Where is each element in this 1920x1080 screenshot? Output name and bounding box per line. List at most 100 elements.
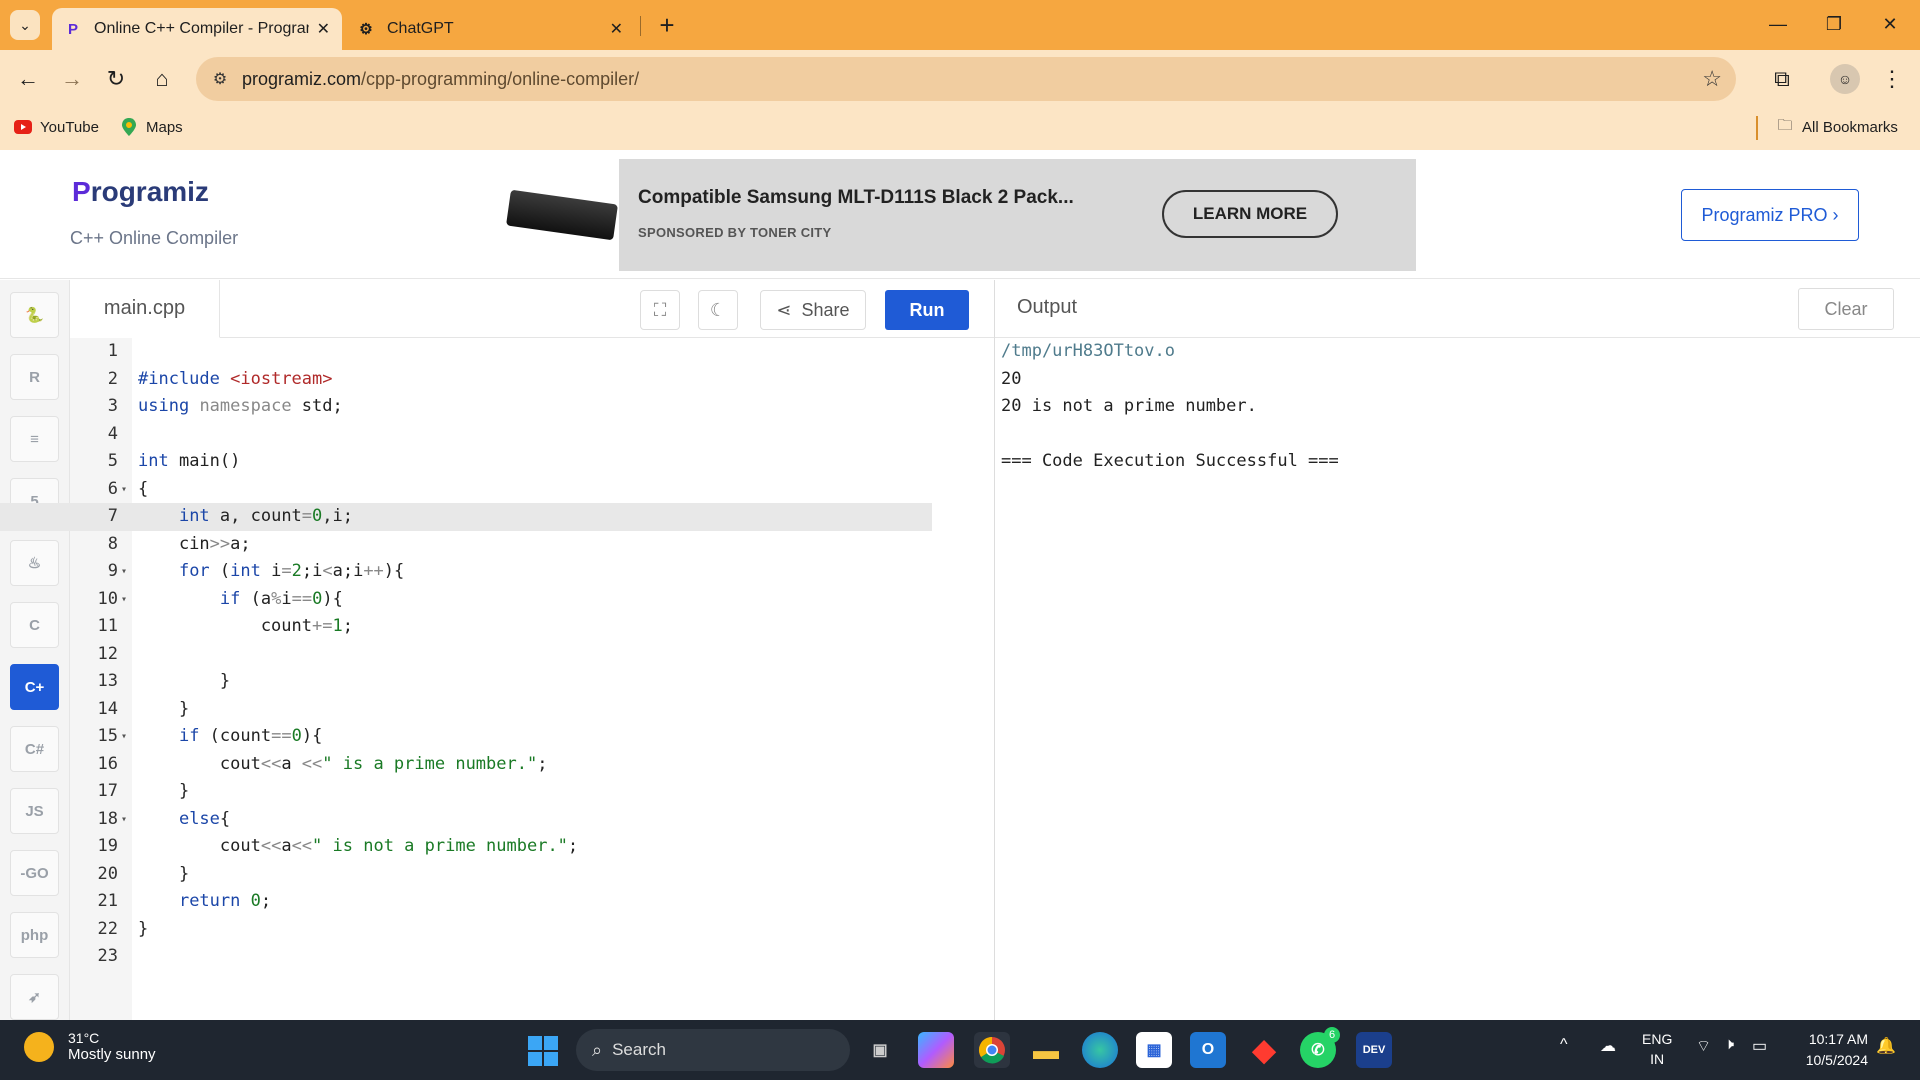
code-line[interactable]: 17 }: [0, 778, 932, 806]
fold-toggle-icon[interactable]: ▾: [118, 806, 130, 834]
code-text[interactable]: if (a%i==0){: [138, 586, 343, 614]
programiz-logo[interactable]: Programiz: [72, 176, 209, 208]
onedrive-icon[interactable]: ☁: [1600, 1036, 1616, 1056]
ad-learn-more-button[interactable]: LEARN MORE: [1162, 190, 1338, 238]
code-text[interactable]: }: [138, 696, 189, 724]
taskbar-search[interactable]: ⌕ Search: [576, 1029, 850, 1071]
outlook-icon[interactable]: O: [1190, 1032, 1226, 1068]
forward-icon[interactable]: →: [56, 63, 88, 95]
code-text[interactable]: }: [138, 916, 148, 944]
notification-bell-icon[interactable]: 🔔: [1876, 1036, 1896, 1056]
file-explorer-icon[interactable]: ▬: [1028, 1032, 1064, 1068]
menu-kebab-icon[interactable]: ⋮: [1876, 63, 1908, 95]
code-text[interactable]: }: [138, 668, 230, 696]
windows-start-icon[interactable]: [528, 1036, 558, 1066]
devcpp-icon[interactable]: DEV: [1356, 1032, 1392, 1068]
close-tab-icon[interactable]: ✕: [610, 19, 623, 39]
code-line[interactable]: 2 #include <iostream>: [0, 366, 932, 394]
code-line[interactable]: 21 return 0;: [0, 888, 932, 916]
code-text[interactable]: count+=1;: [138, 613, 353, 641]
code-line[interactable]: 4: [0, 421, 932, 449]
dark-mode-icon[interactable]: ☾: [698, 290, 738, 330]
task-view-icon[interactable]: ▣: [862, 1032, 898, 1068]
fold-toggle-icon[interactable]: ▾: [118, 586, 130, 614]
code-line[interactable]: 20 }: [0, 861, 932, 889]
language-indicator[interactable]: ENG IN: [1642, 1029, 1672, 1069]
run-button[interactable]: Run: [885, 290, 969, 330]
url-text[interactable]: programiz.com/cpp-programming/online-com…: [242, 69, 639, 90]
tab-chatgpt[interactable]: ⚙ ChatGPT ✕: [345, 8, 635, 50]
ad-banner[interactable]: Compatible Samsung MLT-D111S Black 2 Pac…: [504, 159, 1416, 271]
code-text[interactable]: }: [138, 778, 189, 806]
code-line[interactable]: 11 count+=1;: [0, 613, 932, 641]
code-text[interactable]: cout<<a<<" is not a prime number.";: [138, 833, 578, 861]
extensions-icon[interactable]: ⧉: [1766, 63, 1798, 95]
code-line[interactable]: 5 int main(): [0, 448, 932, 476]
code-line[interactable]: 12: [0, 641, 932, 669]
code-text[interactable]: using namespace std;: [138, 393, 343, 421]
volume-muted-icon[interactable]: 🕨: [1724, 1036, 1734, 1054]
address-bar[interactable]: ⚙ programiz.com/cpp-programming/online-c…: [196, 57, 1736, 101]
code-text[interactable]: cout<<a <<" is a prime number.";: [138, 751, 548, 779]
code-line[interactable]: 9 ▾ for (int i=2;i<a;i++){: [0, 558, 932, 586]
code-line[interactable]: 8 cin>>a;: [0, 531, 932, 559]
programiz-pro-button[interactable]: Programiz PRO ›: [1681, 189, 1859, 241]
code-line[interactable]: 16 cout<<a <<" is a prime number.";: [0, 751, 932, 779]
store-icon[interactable]: ▦: [1136, 1032, 1172, 1068]
code-text[interactable]: cin>>a;: [138, 531, 251, 559]
code-line[interactable]: 15 ▾ if (count==0){: [0, 723, 932, 751]
code-line[interactable]: 3 using namespace std;: [0, 393, 932, 421]
code-line[interactable]: 22}: [0, 916, 932, 944]
weather-widget[interactable]: 31°C Mostly sunny: [24, 1030, 156, 1063]
file-tab-main-cpp[interactable]: main.cpp: [70, 280, 220, 338]
code-lines[interactable]: 1 2 #include <iostream> 3 using namespace st…: [0, 338, 995, 1020]
code-line[interactable]: 14 }: [0, 696, 932, 724]
anydesk-icon[interactable]: ◆: [1246, 1032, 1282, 1068]
wifi-icon[interactable]: ⌔: [1696, 1036, 1711, 1056]
lang-python-button[interactable]: 🐍: [10, 292, 59, 338]
code-text[interactable]: return 0;: [138, 888, 271, 916]
code-text[interactable]: }: [138, 861, 189, 889]
code-text[interactable]: int main(): [138, 448, 240, 476]
all-bookmarks[interactable]: 🗀 All Bookmarks: [1776, 117, 1897, 136]
bookmark-maps[interactable]: Maps: [120, 118, 183, 136]
code-line[interactable]: 13 }: [0, 668, 932, 696]
fullscreen-icon[interactable]: ⛶: [640, 290, 680, 330]
close-tab-icon[interactable]: ✕: [317, 19, 330, 39]
bookmark-star-icon[interactable]: ☆: [1702, 66, 1722, 92]
home-icon[interactable]: ⌂: [146, 63, 178, 95]
code-text[interactable]: int a, count=0,i;: [138, 503, 353, 531]
code-text[interactable]: for (int i=2;i<a;i++){: [138, 558, 404, 586]
code-text[interactable]: #include <iostream>: [138, 366, 333, 394]
restore-icon[interactable]: ❐: [1814, 8, 1854, 40]
code-text[interactable]: if (count==0){: [138, 723, 322, 751]
reload-icon[interactable]: ↻: [100, 63, 132, 95]
close-window-icon[interactable]: ✕: [1870, 8, 1910, 40]
code-line[interactable]: 19 cout<<a<<" is not a prime number.";: [0, 833, 932, 861]
edge-icon[interactable]: [1082, 1032, 1118, 1068]
chrome-icon[interactable]: [974, 1032, 1010, 1068]
code-line[interactable]: 1: [0, 338, 932, 366]
battery-icon[interactable]: ▭: [1752, 1036, 1767, 1056]
bookmark-youtube[interactable]: YouTube: [14, 118, 99, 136]
code-line[interactable]: 10 ▾ if (a%i==0){: [0, 586, 932, 614]
new-tab-button[interactable]: +: [652, 10, 682, 40]
fold-toggle-icon[interactable]: ▾: [118, 558, 130, 586]
minimize-icon[interactable]: —: [1758, 8, 1798, 40]
site-info-icon[interactable]: ⚙: [206, 65, 234, 93]
clock[interactable]: 10:17 AM 10/5/2024: [1806, 1029, 1868, 1071]
code-text[interactable]: else{: [138, 806, 230, 834]
copilot-icon[interactable]: [918, 1032, 954, 1068]
fold-toggle-icon[interactable]: ▾: [118, 723, 130, 751]
tab-programiz[interactable]: P Online C++ Compiler - Program ✕: [52, 8, 342, 50]
tab-search-button[interactable]: ⌄: [10, 10, 40, 40]
code-line[interactable]: 18 ▾ else{: [0, 806, 932, 834]
share-button[interactable]: ⋖ Share: [760, 290, 866, 330]
fold-toggle-icon[interactable]: ▾: [118, 476, 130, 504]
code-line[interactable]: 7 int a, count=0,i;: [0, 503, 932, 531]
code-line[interactable]: 6 ▾ {: [0, 476, 932, 504]
profile-avatar[interactable]: ☺: [1830, 64, 1860, 94]
back-icon[interactable]: ←: [12, 63, 44, 95]
clear-button[interactable]: Clear: [1798, 288, 1894, 330]
code-line[interactable]: 23: [0, 943, 932, 971]
